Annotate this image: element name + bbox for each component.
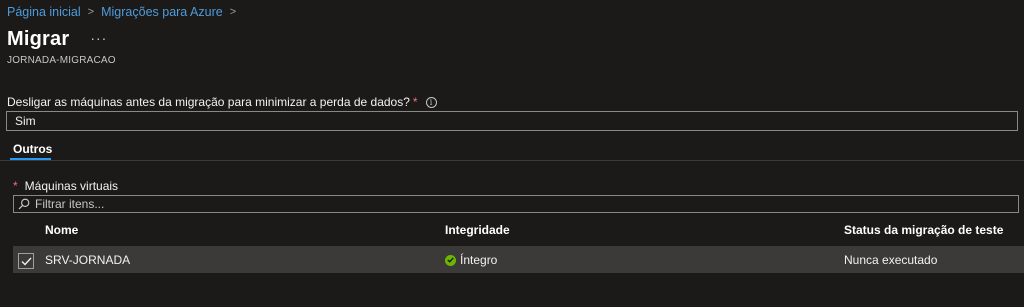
table-divider [13,272,1024,273]
shutdown-select[interactable]: Sim [6,111,1018,131]
healthy-check-icon [445,254,456,266]
shutdown-question-label: Desligar as máquinas antes da migração p… [7,95,437,109]
title-row: Migrar ··· [7,28,107,51]
shutdown-question-text: Desligar as máquinas antes da migração p… [7,95,410,109]
vms-label-text: Máquinas virtuais [24,179,119,193]
breadcrumb-home-link[interactable]: Página inicial [7,5,81,19]
checkmark-icon [21,257,31,265]
health-status: Íntegro [460,253,498,267]
breadcrumb-separator: > [87,6,95,18]
tab-divider [0,160,1024,161]
info-icon[interactable]: i [425,96,437,108]
shutdown-select-value: Sim [15,114,36,128]
breadcrumb-azure-migrate-link[interactable]: Migrações para Azure [101,5,223,19]
search-icon [18,198,30,210]
required-marker: * [13,179,18,193]
column-header-test-status[interactable]: Status da migração de teste [844,223,1003,237]
tab-outros[interactable]: Outros [13,142,52,156]
column-header-name[interactable]: Nome [45,223,78,237]
test-migration-status: Nunca executado [844,253,938,267]
page-subtitle: JORNADA-MIGRACAO [7,55,116,66]
vm-name: SRV-JORNADA [45,253,131,267]
more-options-button[interactable]: ··· [90,30,107,46]
row-checkbox[interactable] [18,253,34,269]
filter-input[interactable] [35,197,995,211]
table-row[interactable]: SRV-JORNADA Íntegro Nunca executado [13,246,1024,272]
required-marker: * [412,95,418,109]
filter-box [13,195,1019,213]
breadcrumb: Página inicial > Migrações para Azure > [7,5,243,19]
column-header-health[interactable]: Integridade [445,223,510,237]
health-cell: Íntegro [445,253,497,267]
vms-label: * Máquinas virtuais [13,179,118,193]
breadcrumb-separator: > [229,6,237,18]
page-title: Migrar [7,28,70,50]
table-header: Nome Integridade Status da migração de t… [13,223,1024,241]
